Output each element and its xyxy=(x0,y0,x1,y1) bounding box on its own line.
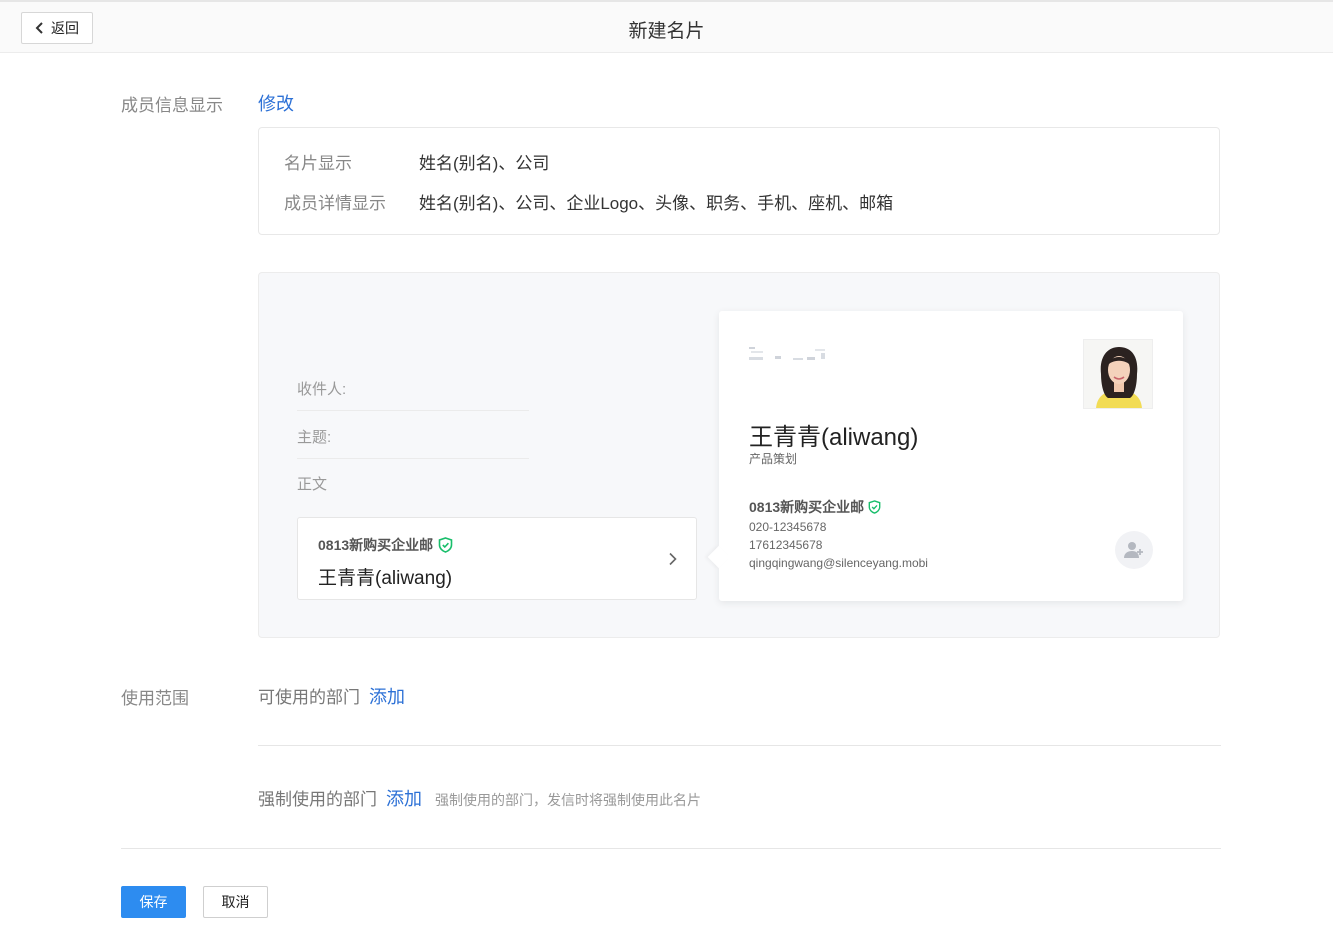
divider xyxy=(297,458,529,459)
card-mobile: 17612345678 xyxy=(749,538,823,552)
business-card: 王青青(aliwang) 产品策划 0813新购买企业邮 020-1234567… xyxy=(719,311,1183,601)
cancel-button[interactable]: 取消 xyxy=(203,886,268,918)
add-contact-icon xyxy=(1124,542,1143,558)
info-row-detail-display: 成员详情显示 姓名(别名)、公司、企业Logo、头像、职务、手机、座机、邮箱 xyxy=(284,189,893,214)
info-value: 姓名(别名)、公司、企业Logo、头像、职务、手机、座机、邮箱 xyxy=(419,194,894,213)
top-bar: 返回 新建名片 xyxy=(0,0,1333,53)
signature-company-name: 0813新购买企业邮 xyxy=(318,537,434,553)
card-company-name: 0813新购买企业邮 xyxy=(749,499,865,515)
divider xyxy=(258,745,1221,746)
scope-label: 使用范围 xyxy=(121,689,189,708)
info-key: 名片显示 xyxy=(284,154,352,173)
divider xyxy=(297,410,529,411)
verified-shield-icon xyxy=(438,537,453,553)
forced-departments: 强制使用的部门 添加 强制使用的部门，发信时将强制使用此名片 xyxy=(258,785,701,811)
chevron-right-icon xyxy=(669,552,677,566)
add-forced-department-link[interactable]: 添加 xyxy=(386,785,422,811)
available-departments-label: 可使用的部门 xyxy=(258,688,360,707)
available-departments: 可使用的部门 添加 xyxy=(258,683,405,709)
portrait-icon xyxy=(1084,340,1152,408)
member-info-label: 成员信息显示 xyxy=(121,96,223,115)
card-job-title: 产品策划 xyxy=(749,452,798,466)
save-button[interactable]: 保存 xyxy=(121,886,186,918)
mail-subject-field: 主题: xyxy=(297,429,332,446)
forced-departments-label: 强制使用的部门 xyxy=(258,790,377,809)
avatar xyxy=(1083,339,1153,409)
card-company: 0813新购买企业邮 xyxy=(749,497,881,517)
info-value: 姓名(别名)、公司 xyxy=(419,154,550,173)
divider xyxy=(121,848,1221,849)
mail-to-field: 收件人: xyxy=(297,381,347,398)
verified-shield-icon xyxy=(868,500,881,514)
card-email: qingqingwang@silenceyang.mobi xyxy=(749,556,928,570)
add-available-department-link[interactable]: 添加 xyxy=(369,683,405,709)
page-title: 新建名片 xyxy=(628,21,705,42)
signature-company: 0813新购买企业邮 xyxy=(318,535,453,555)
member-info-box: 名片显示 姓名(别名)、公司 成员详情显示 姓名(别名)、公司、企业Logo、头… xyxy=(258,127,1220,235)
info-key: 成员详情显示 xyxy=(284,194,386,213)
signature-card[interactable]: 0813新购买企业邮 王青青(aliwang) xyxy=(297,517,697,600)
signature-name: 王青青(aliwang) xyxy=(318,568,453,589)
info-row-card-display: 名片显示 姓名(别名)、公司 xyxy=(284,149,549,174)
card-name: 王青青(aliwang) xyxy=(749,424,919,451)
card-preview: 收件人: 主题: 正文 0813新购买企业邮 王青青(aliwang) 王青青(… xyxy=(258,272,1220,638)
add-contact-button[interactable] xyxy=(1115,531,1153,569)
card-phone: 020-12345678 xyxy=(749,520,827,534)
edit-member-info-link[interactable]: 修改 xyxy=(258,90,294,116)
company-logo-icon xyxy=(749,347,825,360)
forced-departments-hint: 强制使用的部门，发信时将强制使用此名片 xyxy=(435,792,701,808)
mail-body-field: 正文 xyxy=(297,476,328,493)
